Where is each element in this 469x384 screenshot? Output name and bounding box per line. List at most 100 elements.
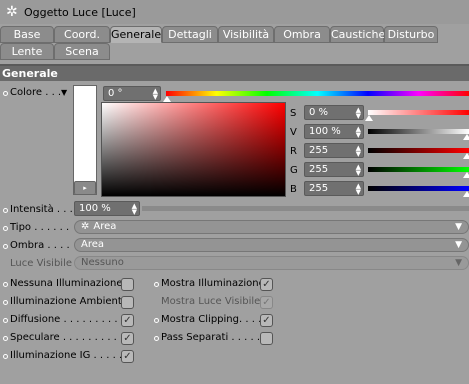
expand-button[interactable]: ▸ bbox=[74, 181, 96, 195]
tab-generale[interactable]: Generale bbox=[110, 26, 162, 43]
light-object-icon: ✲ bbox=[6, 4, 18, 20]
hue-field[interactable]: 0 ° ▲ ▼ bbox=[103, 86, 161, 101]
v-slider-handle[interactable] bbox=[463, 134, 469, 140]
r-label: R bbox=[290, 146, 297, 157]
g-value: 255 bbox=[309, 164, 329, 175]
tab-base[interactable]: Base bbox=[0, 26, 54, 43]
animate-dot[interactable] bbox=[3, 300, 8, 305]
ombra-dropdown[interactable]: Area ▼ bbox=[74, 238, 469, 252]
nessuna-illuminazione-checkbox[interactable] bbox=[121, 278, 134, 291]
animate-dot[interactable] bbox=[3, 336, 8, 341]
v-value: 100 % bbox=[309, 126, 341, 137]
mostra-clipping-label: Mostra Clipping. . . . . bbox=[161, 314, 268, 325]
chevron-down-icon: ▼ bbox=[455, 222, 462, 232]
tab-caustiche[interactable]: Caustiche bbox=[330, 26, 385, 43]
intensity-slider[interactable] bbox=[142, 206, 469, 211]
animate-dot[interactable] bbox=[3, 91, 8, 96]
mostra-illuminazione-checkbox[interactable]: ✓ bbox=[260, 278, 273, 291]
v-label: V bbox=[290, 127, 297, 138]
tab-lente[interactable]: Lente bbox=[0, 43, 54, 60]
ombra-value: Area bbox=[81, 239, 105, 250]
animate-dot[interactable] bbox=[154, 282, 159, 287]
animate-dot[interactable] bbox=[154, 336, 159, 341]
saturation-value-picker[interactable] bbox=[101, 102, 286, 197]
intensity-label: Intensità . . . bbox=[10, 204, 73, 215]
s-label: S bbox=[290, 108, 297, 119]
stepper-icon[interactable]: ▲ ▼ bbox=[356, 145, 361, 158]
illuminazione-ambiente-label: Illuminazione Ambiente bbox=[10, 296, 128, 307]
r-slider[interactable] bbox=[368, 148, 469, 153]
stepper-icon[interactable]: ▲ ▼ bbox=[356, 107, 361, 120]
g-slider[interactable] bbox=[368, 167, 469, 172]
b-slider[interactable] bbox=[368, 186, 469, 191]
pass-separati-label: Pass Separati . . . . . . bbox=[161, 332, 267, 343]
mostra-clipping-checkbox[interactable]: ✓ bbox=[260, 314, 273, 327]
mostra-illuminazione-label: Mostra Illuminazione bbox=[161, 278, 265, 289]
illuminazione-ig-checkbox[interactable]: ✓ bbox=[121, 350, 134, 363]
g-slider-handle[interactable] bbox=[463, 172, 469, 178]
animate-dot[interactable] bbox=[154, 318, 159, 323]
diffusione-checkbox[interactable]: ✓ bbox=[121, 314, 134, 327]
luce-visibile-label: Luce Visibile bbox=[10, 258, 73, 269]
color-swatch[interactable] bbox=[73, 85, 97, 195]
animate-dot[interactable] bbox=[3, 282, 8, 287]
mostra-luce-visibile-checkbox[interactable]: ✓ bbox=[260, 296, 273, 309]
b-label: B bbox=[290, 184, 297, 195]
r-value: 255 bbox=[309, 145, 329, 156]
chevron-down-icon: ▼ bbox=[455, 240, 462, 250]
animate-dot[interactable] bbox=[3, 244, 8, 249]
speculare-checkbox[interactable]: ✓ bbox=[121, 332, 134, 345]
stepper-icon[interactable]: ▲ ▼ bbox=[132, 203, 137, 216]
b-field[interactable]: 255 ▲ ▼ bbox=[304, 181, 364, 196]
animate-dot[interactable] bbox=[3, 354, 8, 359]
s-slider-handle[interactable] bbox=[365, 115, 373, 121]
color-menu-arrow-icon[interactable]: ▼ bbox=[61, 88, 67, 97]
stepper-icon[interactable]: ▲ ▼ bbox=[153, 88, 158, 101]
animate-dot[interactable] bbox=[3, 318, 8, 323]
s-field[interactable]: 0 % ▲ ▼ bbox=[304, 105, 364, 120]
stepper-icon[interactable]: ▲ ▼ bbox=[356, 164, 361, 177]
luce-visibile-value: Nessuno bbox=[81, 257, 124, 268]
r-slider-handle[interactable] bbox=[463, 153, 469, 159]
animate-dot[interactable] bbox=[3, 226, 8, 231]
color-label: Colore . . . bbox=[10, 87, 62, 98]
b-slider-handle[interactable] bbox=[463, 191, 469, 197]
illuminazione-ambiente-checkbox[interactable] bbox=[121, 296, 134, 309]
b-value: 255 bbox=[309, 183, 329, 194]
luce-visibile-dropdown[interactable]: Nessuno ▼ bbox=[74, 256, 469, 270]
g-field[interactable]: 255 ▲ ▼ bbox=[304, 162, 364, 177]
mostra-luce-visibile-label: Mostra Luce Visibile bbox=[161, 296, 261, 307]
tab-scena[interactable]: Scena bbox=[54, 43, 110, 60]
tab-visibilita[interactable]: Visibilità bbox=[218, 26, 274, 43]
chevron-down-icon: ▼ bbox=[455, 258, 462, 268]
g-label: G bbox=[290, 165, 298, 176]
illuminazione-ig-label: Illuminazione IG . . . . . bbox=[10, 350, 123, 361]
diffusione-label: Diffusione . . . . . . . . . . bbox=[10, 314, 124, 325]
window-title: Oggetto Luce [Luce] bbox=[24, 6, 136, 19]
area-light-icon: ✲ bbox=[81, 221, 90, 232]
tab-dettagli[interactable]: Dettagli bbox=[162, 26, 218, 43]
tipo-label: Tipo . . . . . . bbox=[10, 222, 70, 233]
tipo-dropdown[interactable]: ✲ Area ▼ bbox=[74, 220, 469, 234]
hue-spectrum-bar[interactable] bbox=[166, 91, 469, 96]
nessuna-illuminazione-label: Nessuna Illuminazione bbox=[10, 278, 123, 289]
intensity-value: 100 % bbox=[79, 203, 111, 214]
pass-separati-checkbox[interactable] bbox=[260, 332, 273, 345]
section-title: Generale bbox=[0, 66, 469, 81]
intensity-field[interactable]: 100 % ▲ ▼ bbox=[74, 201, 140, 216]
ombra-label: Ombra . . . . bbox=[10, 240, 70, 251]
tab-ombra[interactable]: Ombra bbox=[274, 26, 330, 43]
speculare-label: Speculare . . . . . . . . . . bbox=[10, 332, 124, 343]
stepper-icon[interactable]: ▲ ▼ bbox=[356, 126, 361, 139]
s-slider[interactable] bbox=[368, 110, 469, 115]
hue-value: 0 ° bbox=[108, 88, 123, 99]
stepper-icon[interactable]: ▲ ▼ bbox=[356, 183, 361, 196]
tab-coord[interactable]: Coord. bbox=[54, 26, 110, 43]
v-slider[interactable] bbox=[368, 129, 469, 134]
animate-dot[interactable] bbox=[3, 208, 8, 213]
tab-disturbo[interactable]: Disturbo bbox=[384, 26, 438, 43]
tipo-value: Area bbox=[93, 221, 117, 232]
s-value: 0 % bbox=[309, 107, 329, 118]
v-field[interactable]: 100 % ▲ ▼ bbox=[304, 124, 364, 139]
r-field[interactable]: 255 ▲ ▼ bbox=[304, 143, 364, 158]
